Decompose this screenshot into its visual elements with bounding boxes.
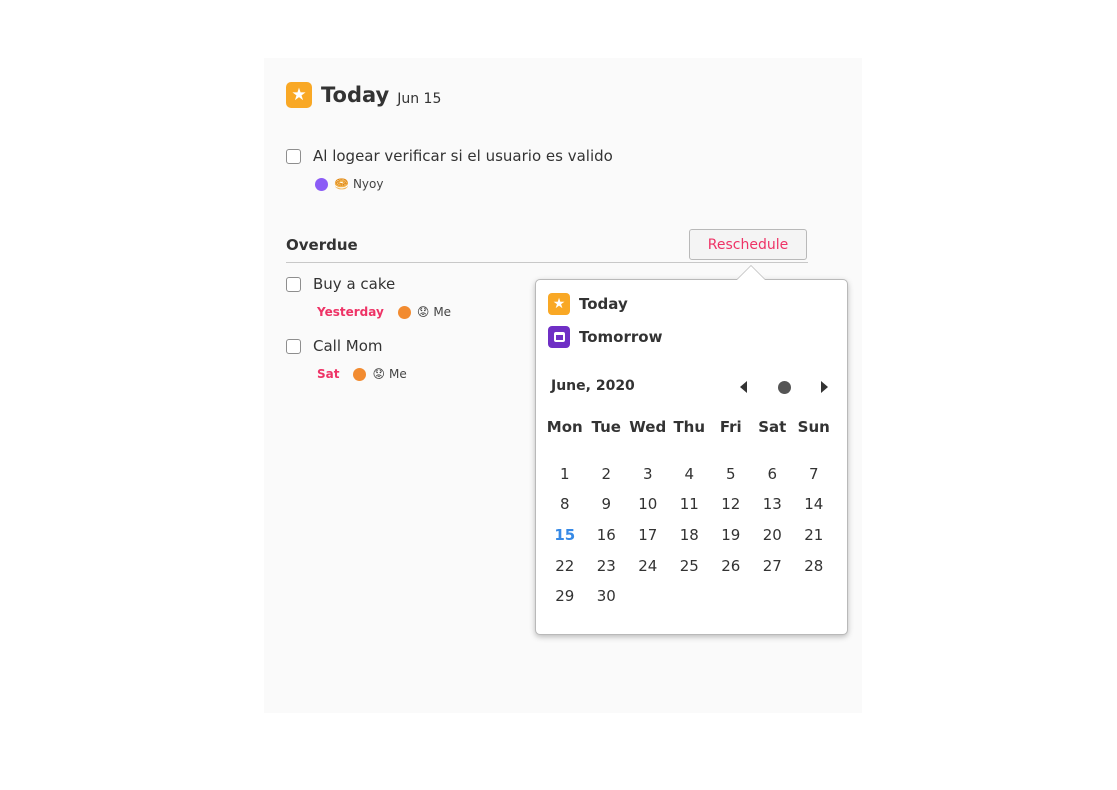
calendar-month-label: June, 2020 [551, 378, 635, 394]
project-dot [397, 305, 411, 319]
calendar-week-row: 29 30 [544, 581, 841, 612]
calendar-day[interactable]: 21 [793, 526, 835, 544]
weekday-label: Sun [797, 418, 830, 437]
calendar-day[interactable]: 5 [710, 465, 752, 483]
calendar-week-row: 1234567 [544, 459, 841, 490]
calendar-day[interactable]: 6 [752, 465, 794, 483]
task-label[interactable]: Call Mom [313, 337, 383, 355]
calendar-day[interactable]: 27 [752, 557, 794, 575]
assignee-name: Me [389, 367, 407, 381]
next-month-button[interactable] [815, 379, 833, 395]
task-meta: Yesterday 😟 Me [317, 305, 451, 319]
star-icon: ★ [286, 82, 312, 108]
calendar-day[interactable]: 25 [669, 557, 711, 575]
calendar-day[interactable]: 18 [669, 526, 711, 544]
calendar-day[interactable]: 11 [669, 495, 711, 513]
calendar-week-row: 22 23 24 25 26 27 28 [544, 550, 841, 581]
calendar-day[interactable]: 14 [793, 495, 835, 513]
section-divider [286, 262, 808, 263]
quick-option-label[interactable]: Tomorrow [579, 328, 662, 346]
calendar-day[interactable]: 20 [752, 526, 794, 544]
reschedule-popover: ★ Today Tomorrow June, 2020 Mon Tue Wed … [535, 265, 848, 635]
prev-month-button[interactable] [734, 379, 752, 395]
calendar-day[interactable]: 2 [586, 465, 628, 483]
task-label[interactable]: Al logear verificar si el usuario es val… [313, 147, 613, 165]
task-label[interactable]: Buy a cake [313, 275, 395, 293]
calendar-day[interactable]: 26 [710, 557, 752, 575]
task-row[interactable]: Al logear verificar si el usuario es val… [286, 147, 613, 165]
task-row[interactable]: Call Mom [286, 337, 383, 355]
calendar-day[interactable]: 24 [627, 557, 669, 575]
calendar-day[interactable]: 3 [627, 465, 669, 483]
task-checkbox[interactable] [286, 148, 301, 164]
calendar-day[interactable]: 12 [710, 495, 752, 513]
page-date: Jun 15 [397, 90, 442, 107]
calendar-day[interactable]: 23 [586, 557, 628, 575]
calendar-grid: Mon Tue Wed Thu Fri Sat Sun 1 2 3 4 5 6 7 8 9 10 1… [544, 412, 841, 612]
calendar-icon [548, 326, 570, 348]
calendar-day[interactable]: 22 [544, 557, 586, 575]
project-dot [353, 367, 367, 381]
project-dot [315, 177, 328, 191]
calendar-day[interactable]: 7 [793, 465, 835, 483]
task-checkbox[interactable] [286, 338, 301, 354]
chevron-left-icon [739, 381, 747, 393]
calendar-week-row: 8 9 10 11 12 13 14 [544, 489, 841, 520]
reschedule-button[interactable]: Reschedule [689, 229, 807, 260]
due-date: Sat [317, 367, 340, 381]
calendar-day[interactable]: 17 [627, 526, 669, 544]
assignee-avatar: 😟 [416, 305, 430, 319]
calendar-day[interactable]: 19 [710, 526, 752, 544]
calendar-day[interactable]: 28 [793, 557, 835, 575]
calendar-day[interactable]: 13 [752, 495, 794, 513]
calendar-day[interactable]: 16 [586, 526, 628, 544]
assignee-name: Nyoy [352, 177, 384, 191]
calendar-day[interactable]: 29 [544, 587, 586, 605]
calendar-day-today[interactable]: 15 [544, 526, 586, 544]
weekday-label: Wed [629, 418, 667, 437]
popover-arrow-fill [737, 266, 765, 280]
star-icon: ★ [548, 293, 570, 315]
calendar-day[interactable]: 8 [544, 495, 586, 513]
calendar-day[interactable]: 9 [586, 495, 628, 513]
calendar-day[interactable]: 10 [627, 495, 669, 513]
overdue-heading: Overdue [286, 236, 358, 254]
task-row[interactable]: Buy a cake [286, 275, 395, 293]
calendar-day[interactable]: 1 [544, 465, 586, 483]
assignee-avatar: 😟 [372, 367, 385, 381]
task-checkbox[interactable] [286, 276, 301, 292]
assignee-name: Me [433, 305, 452, 319]
calendar-week-row: 15 16 17 18 19 20 21 [544, 520, 841, 551]
weekday-label: Sat [758, 418, 787, 437]
current-month-button[interactable] [775, 379, 793, 395]
calendar-day[interactable]: 30 [586, 587, 628, 605]
quick-option-tomorrow[interactable]: Tomorrow [548, 326, 662, 348]
chevron-right-icon [820, 381, 828, 393]
weekday-label: Mon [546, 418, 583, 437]
weekday-header: Mon Tue Wed Thu Fri Sat Sun [544, 412, 841, 443]
dot-icon [777, 380, 791, 394]
page-header: ★ Today Jun 15 [286, 82, 441, 108]
task-meta: Sat 😟 Me [317, 367, 407, 381]
due-date: Yesterday [317, 305, 384, 319]
weekday-label: Fri [719, 418, 742, 437]
task-meta: 🥯 Nyoy [315, 177, 383, 191]
quick-option-label[interactable]: Today [579, 295, 628, 313]
page-title: Today [321, 83, 390, 107]
calendar-day[interactable]: 4 [669, 465, 711, 483]
assignee-avatar: 🥯 [334, 177, 349, 191]
calendar-weeks: 1 2 3 4 5 6 7 8 9 10 11 12 13 14 15 16 17 18 19 20 21 22 23 24 2… [544, 459, 841, 612]
weekday-label: Thu [673, 418, 706, 437]
weekday-label: Tue [591, 418, 621, 437]
quick-option-today[interactable]: ★ Today [548, 293, 628, 315]
